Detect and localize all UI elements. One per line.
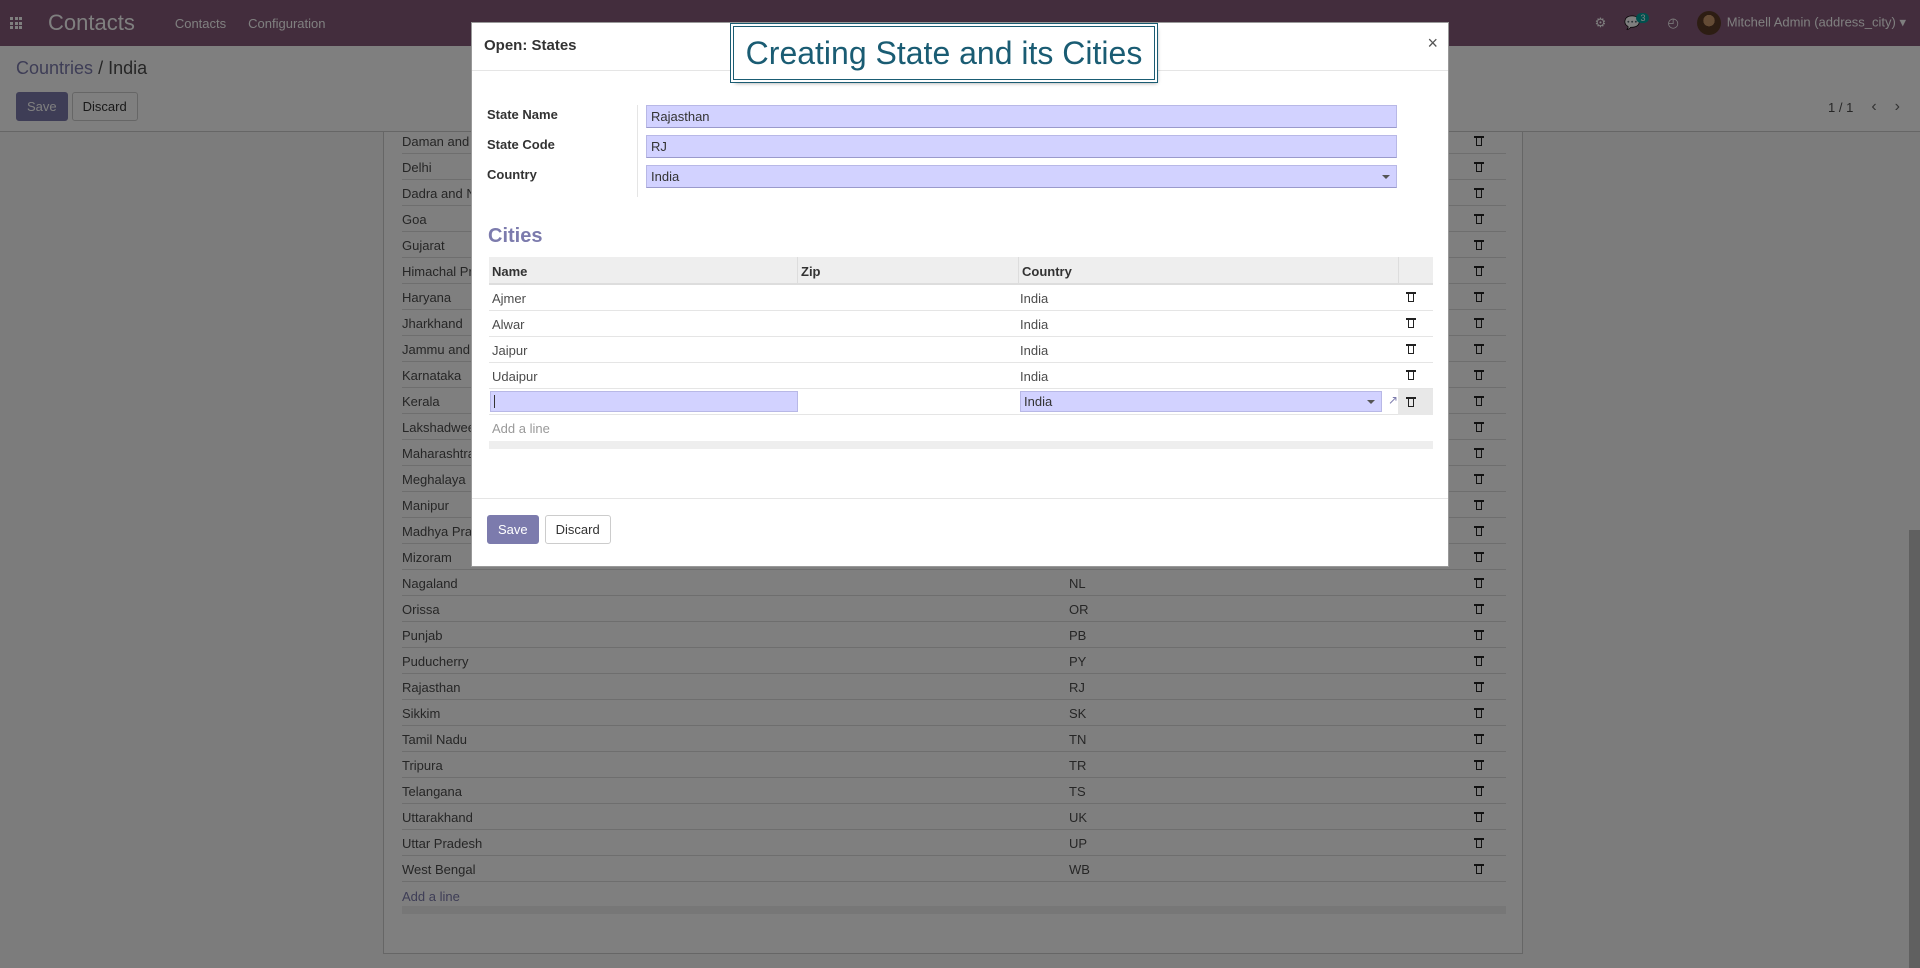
dialog-discard-button[interactable]: Discard (544, 515, 611, 544)
city-country-cell: India (1020, 369, 1049, 384)
cities-table-footer (489, 441, 1433, 449)
cities-add-line[interactable]: Add a line (489, 415, 1433, 441)
trash-icon[interactable] (1406, 290, 1416, 305)
cities-section-title: Cities (488, 225, 543, 247)
city-name-cell: Alwar (492, 317, 525, 332)
country-select-value: India (651, 169, 680, 184)
column-header-name[interactable]: Name (492, 264, 527, 279)
state-code-input[interactable]: RJ (646, 135, 1397, 158)
city-country-cell: India (1020, 291, 1049, 306)
table-row-editing[interactable]: India ↗ (489, 389, 1433, 415)
field-divider (637, 105, 638, 197)
table-row[interactable]: Jaipur India (489, 337, 1433, 363)
cities-table-header: Name Zip Country (489, 257, 1433, 285)
state-name-label: State Name (487, 107, 558, 122)
dialog-footer: Save Discard (472, 498, 1448, 566)
trash-icon[interactable] (1406, 342, 1416, 357)
state-name-input[interactable]: Rajasthan (646, 105, 1397, 128)
trash-icon[interactable] (1406, 395, 1416, 410)
city-country-cell: India (1020, 343, 1049, 358)
city-name-cell: Jaipur (492, 343, 528, 358)
country-label: Country (487, 167, 537, 182)
city-country-value: India (1024, 394, 1053, 409)
external-link-icon[interactable]: ↗ (1388, 393, 1398, 407)
chevron-down-icon[interactable] (1367, 400, 1375, 404)
country-select[interactable]: India (646, 165, 1397, 188)
cities-table: Name Zip Country Ajmer India Alwar India Jai… (489, 257, 1433, 449)
state-code-label: State Code (487, 137, 555, 152)
column-header-country[interactable]: Country (1022, 264, 1072, 279)
trash-icon[interactable] (1406, 316, 1416, 331)
column-header-zip[interactable]: Zip (801, 264, 821, 279)
city-country-cell: India (1020, 317, 1049, 332)
dialog-save-button[interactable]: Save (487, 515, 539, 544)
city-name-input[interactable] (490, 391, 798, 412)
dialog-title: Open: States (484, 37, 577, 54)
table-row[interactable]: Ajmer India (489, 285, 1433, 311)
table-row[interactable]: Alwar India (489, 311, 1433, 337)
annotation-callout: Creating State and its Cities (733, 26, 1155, 80)
trash-icon[interactable] (1406, 368, 1416, 383)
city-name-cell: Ajmer (492, 291, 526, 306)
chevron-down-icon[interactable] (1382, 175, 1390, 179)
states-dialog: Open: States × State Name State Code Cou… (471, 22, 1449, 567)
city-name-cell: Udaipur (492, 369, 538, 384)
table-row[interactable]: Udaipur India (489, 363, 1433, 389)
close-icon[interactable]: × (1427, 33, 1438, 54)
cities-table-body: Ajmer India Alwar India Jaipur India Udaipur In… (489, 285, 1433, 389)
city-country-select[interactable]: India (1020, 391, 1382, 412)
